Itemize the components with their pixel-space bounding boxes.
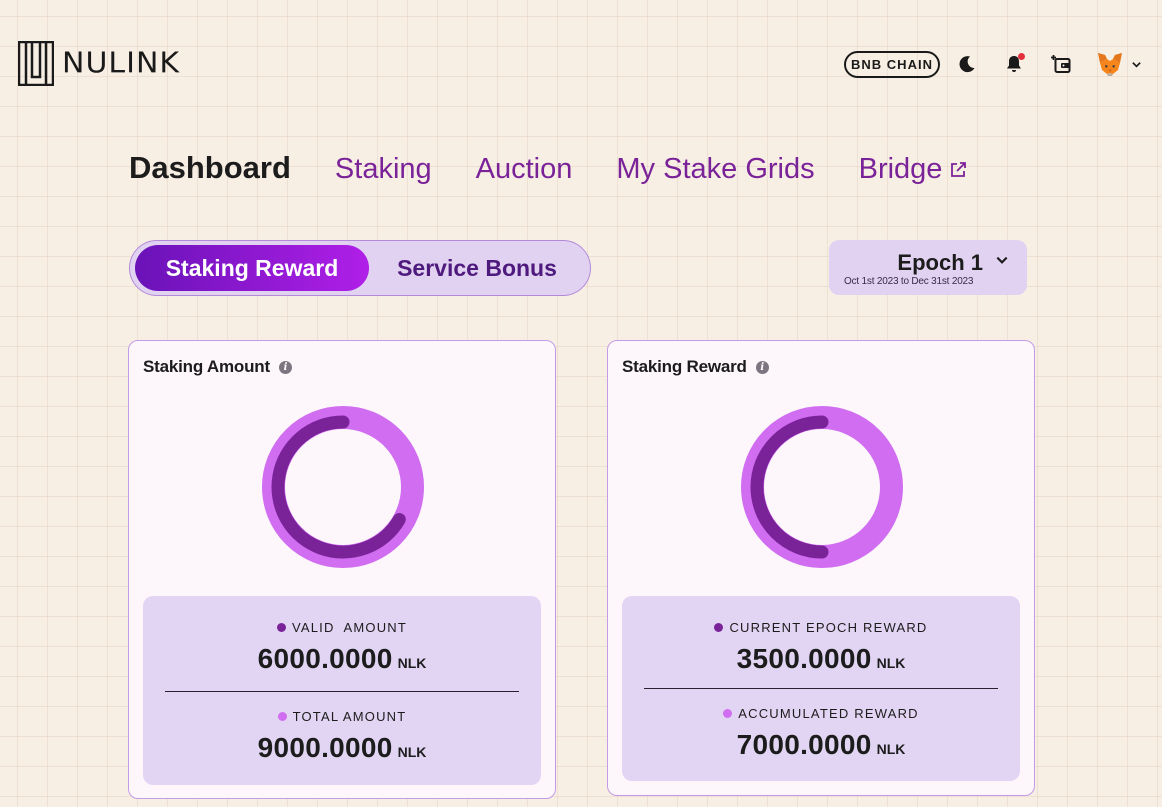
accumulated-reward-label: ACCUMULATED REWARD [738, 706, 919, 721]
staking-amount-card: Staking Amount i VALID AMOUNT 6000.0000 … [128, 340, 556, 799]
tab-service-bonus[interactable]: Service Bonus [369, 245, 585, 291]
reward-type-toggle: Staking Reward Service Bonus [129, 240, 591, 296]
accumulated-reward-value-row: 7000.0000 NLK [622, 729, 1020, 761]
current-epoch-reward-label-row: CURRENT EPOCH REWARD [714, 620, 927, 635]
staking-amount-donut [262, 406, 424, 568]
staking-reward-stats: CURRENT EPOCH REWARD 3500.0000 NLK ACCUM… [622, 596, 1020, 781]
current-epoch-reward-value: 3500.0000 [736, 643, 872, 674]
valid-amount-stat: VALID AMOUNT 6000.0000 NLK [143, 619, 541, 675]
accumulated-reward-stat: ACCUMULATED REWARD 7000.0000 NLK [622, 705, 1020, 761]
brand-name: NULINK [62, 46, 181, 81]
staking-amount-stats: VALID AMOUNT 6000.0000 NLK TOTAL AMOUNT … [143, 596, 541, 785]
valid-amount-label-row: VALID AMOUNT [276, 620, 408, 635]
card-title: Staking Amount i [143, 357, 292, 377]
stats-divider [165, 691, 519, 692]
nav-auction[interactable]: Auction [476, 153, 573, 186]
total-amount-stat: TOTAL AMOUNT 9000.0000 NLK [143, 708, 541, 764]
valid-amount-unit: NLK [397, 655, 427, 671]
card-title-text: Staking Reward [622, 357, 747, 376]
metamask-fox-icon [1098, 53, 1122, 76]
staking-reward-card: Staking Reward i CURRENT EPOCH REWARD 35… [607, 340, 1035, 796]
valid-amount-value: 6000.0000 [257, 643, 393, 674]
notifications-button[interactable] [1003, 53, 1025, 75]
nav-dashboard[interactable]: Dashboard [129, 150, 291, 186]
staking-reward-donut [741, 406, 903, 568]
current-epoch-reward-label: CURRENT EPOCH REWARD [729, 620, 928, 635]
total-amount-label: TOTAL AMOUNT [292, 709, 407, 724]
total-amount-value-row: 9000.0000 NLK [143, 732, 541, 764]
legend-dot-dark [714, 623, 724, 632]
nav-my-stake-grids[interactable]: My Stake Grids [616, 153, 814, 186]
tab-staking-reward[interactable]: Staking Reward [135, 245, 369, 291]
chevron-down-icon [1132, 61, 1141, 68]
notification-dot [1018, 53, 1025, 60]
legend-dot-dark [276, 623, 286, 632]
chain-selector-button[interactable]: BNB CHAIN [844, 50, 940, 78]
legend-dot-light [723, 709, 733, 718]
chevron-down-icon [996, 256, 1008, 264]
current-epoch-reward-stat: CURRENT EPOCH REWARD 3500.0000 NLK [622, 619, 1020, 675]
card-title-text: Staking Amount [143, 357, 270, 376]
info-icon[interactable]: i [278, 360, 292, 374]
accumulated-reward-value: 7000.0000 [736, 729, 872, 760]
current-epoch-reward-value-row: 3500.0000 NLK [622, 643, 1020, 675]
external-link-icon [951, 161, 967, 177]
stats-divider [644, 688, 998, 689]
epoch-selector[interactable]: Epoch 1 Oct 1st 2023 to Dec 31st 2023 [829, 240, 1027, 295]
moon-icon [959, 56, 975, 73]
nav-staking[interactable]: Staking [335, 153, 432, 186]
current-epoch-reward-unit: NLK [876, 655, 906, 671]
nulink-logo-icon [18, 41, 54, 86]
wallet-icon [1051, 55, 1071, 73]
total-amount-unit: NLK [397, 744, 427, 760]
epoch-date-range: Oct 1st 2023 to Dec 31st 2023 [844, 276, 974, 287]
account-menu[interactable] [1097, 52, 1142, 76]
info-icon[interactable]: i [755, 360, 769, 374]
total-amount-label-row: TOTAL AMOUNT [277, 709, 407, 724]
main-nav: Dashboard Staking Auction My Stake Grids… [129, 150, 1012, 186]
legend-dot-light [277, 712, 287, 721]
nav-bridge[interactable]: Bridge [859, 153, 969, 186]
nav-bridge-label: Bridge [858, 153, 943, 185]
brand-logo[interactable]: NULINK [18, 41, 180, 86]
total-amount-value: 9000.0000 [257, 732, 393, 763]
header-actions: BNB CHAIN [844, 50, 1142, 78]
wallet-button[interactable] [1050, 53, 1072, 75]
card-title: Staking Reward i [622, 357, 769, 377]
epoch-title: Epoch 1 [897, 250, 983, 275]
accumulated-reward-label-row: ACCUMULATED REWARD [723, 706, 919, 721]
theme-toggle-button[interactable] [956, 53, 978, 75]
accumulated-reward-unit: NLK [876, 741, 906, 757]
valid-amount-label: VALID AMOUNT [291, 620, 408, 635]
valid-amount-value-row: 6000.0000 NLK [143, 643, 541, 675]
